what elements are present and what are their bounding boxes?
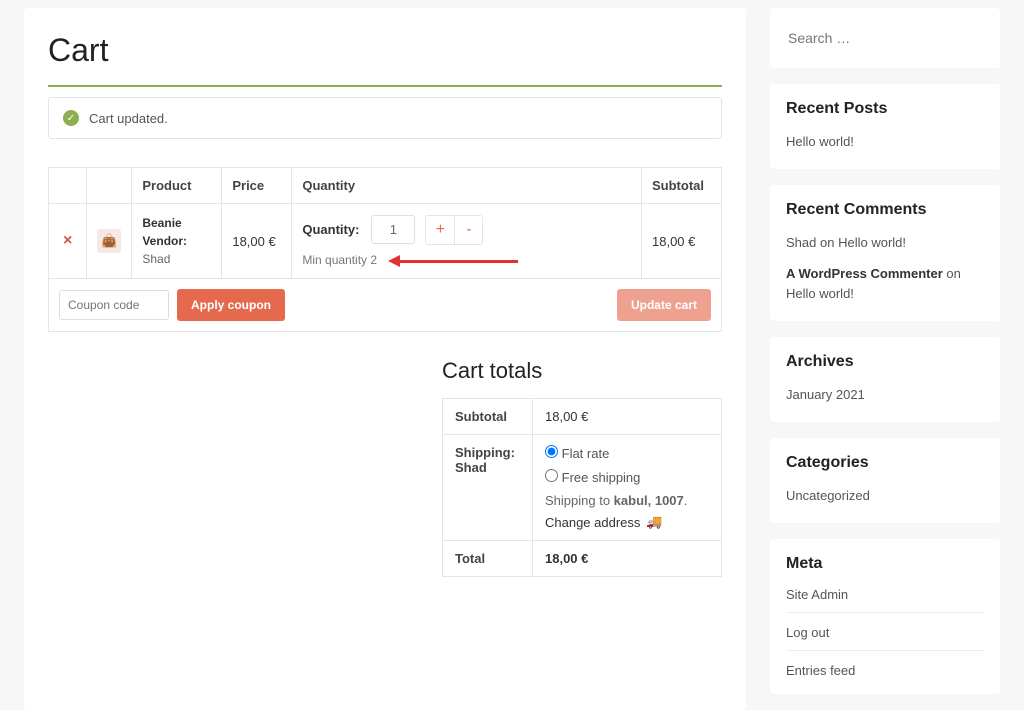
category-link[interactable]: Uncategorized [786,488,870,503]
product-thumbnail[interactable]: 👜 [97,229,121,253]
archives-card: Archives January 2021 [770,337,1000,422]
total-label: Total [443,541,533,577]
shipping-flat-rate-option[interactable]: Flat rate [545,445,709,461]
categories-card: Categories Uncategorized [770,438,1000,523]
shipping-free-option[interactable]: Free shipping [545,469,709,485]
recent-posts-card: Recent Posts Hello world! [770,84,1000,169]
total-value: 18,00 € [545,551,588,566]
price-cell: 18,00 € [222,204,292,279]
totals-heading: Cart totals [442,358,722,384]
subtotal-label: Subtotal [443,399,533,435]
page-title: Cart [48,32,722,69]
cart-table: Product Price Quantity Subtotal × 👜 Bean… [48,167,722,332]
vendor-name: Shad [142,252,170,266]
col-product: Product [132,168,222,204]
shipping-flat-rate-radio[interactable] [545,445,558,458]
arrow-annotation [388,253,518,267]
comment-post-link[interactable]: Hello world! [838,235,906,250]
col-subtotal: Subtotal [642,168,722,204]
notice: ✓ Cart updated. [48,97,722,139]
subtotal-value: 18,00 € [533,399,722,435]
meta-title: Meta [786,555,984,573]
product-name[interactable]: Beanie [142,216,181,230]
coupon-input[interactable] [59,290,169,320]
actions-row: Apply coupon Update cart [49,279,722,332]
col-price: Price [222,168,292,204]
search-card [770,8,1000,68]
product-cell: Beanie Vendor: Shad [132,204,222,279]
meta-link-entries-feed[interactable]: Entries feed [786,663,855,678]
remove-item-button[interactable]: × [59,230,76,252]
change-address-link[interactable]: Change address 🚚 [545,514,663,530]
quantity-input[interactable] [371,215,415,244]
apply-coupon-button[interactable]: Apply coupon [177,289,285,321]
sidebar: Recent Posts Hello world! Recent Comment… [770,0,1000,710]
recent-comments-title: Recent Comments [786,201,984,219]
archives-title: Archives [786,353,984,371]
notice-text: Cart updated. [89,111,168,126]
vendor-label: Vendor: [142,234,187,248]
truck-icon: 🚚 [646,514,662,530]
col-thumb [87,168,132,204]
check-icon: ✓ [63,110,79,126]
categories-title: Categories [786,454,984,472]
quantity-stepper: + - [425,215,483,245]
shipping-destination: Shipping to kabul, 1007. [545,493,709,508]
recent-posts-title: Recent Posts [786,100,984,118]
update-cart-button[interactable]: Update cart [617,289,711,321]
search-input[interactable] [786,24,984,52]
cart-totals: Cart totals Subtotal 18,00 € Shipping: S… [442,358,722,577]
quantity-plus-button[interactable]: + [426,216,454,244]
quantity-cell: Quantity: + - Min quantity 2 [292,204,642,279]
table-row: × 👜 Beanie Vendor: Shad 18,00 € Quantity… [49,204,722,279]
divider [48,85,722,87]
archive-link[interactable]: January 2021 [786,387,865,402]
quantity-minus-button[interactable]: - [454,216,482,244]
list-item: A WordPress Commenter on Hello world! [786,264,984,306]
meta-card: Meta Site Admin Log out Entries feed [770,539,1000,694]
col-remove [49,168,87,204]
shipping-options: Flat rate Free shipping Shipping to kabu… [533,435,722,541]
shipping-free-radio[interactable] [545,469,558,482]
min-quantity-text: Min quantity 2 [302,253,377,267]
meta-link-log-out[interactable]: Log out [786,625,829,640]
cart-main: Cart ✓ Cart updated. Product Price Quant… [24,8,746,710]
col-quantity: Quantity [292,168,642,204]
recent-comments-card: Recent Comments Shad on Hello world! A W… [770,185,1000,321]
quantity-label: Quantity: [302,222,359,237]
comment-post-link[interactable]: Hello world! [786,286,854,301]
min-quantity-row: Min quantity 2 [302,253,631,268]
subtotal-cell: 18,00 € [642,204,722,279]
recent-post-link[interactable]: Hello world! [786,134,854,149]
shipping-label: Shipping: Shad [443,435,533,541]
list-item: Shad on Hello world! [786,233,984,254]
meta-link-site-admin[interactable]: Site Admin [786,587,848,602]
